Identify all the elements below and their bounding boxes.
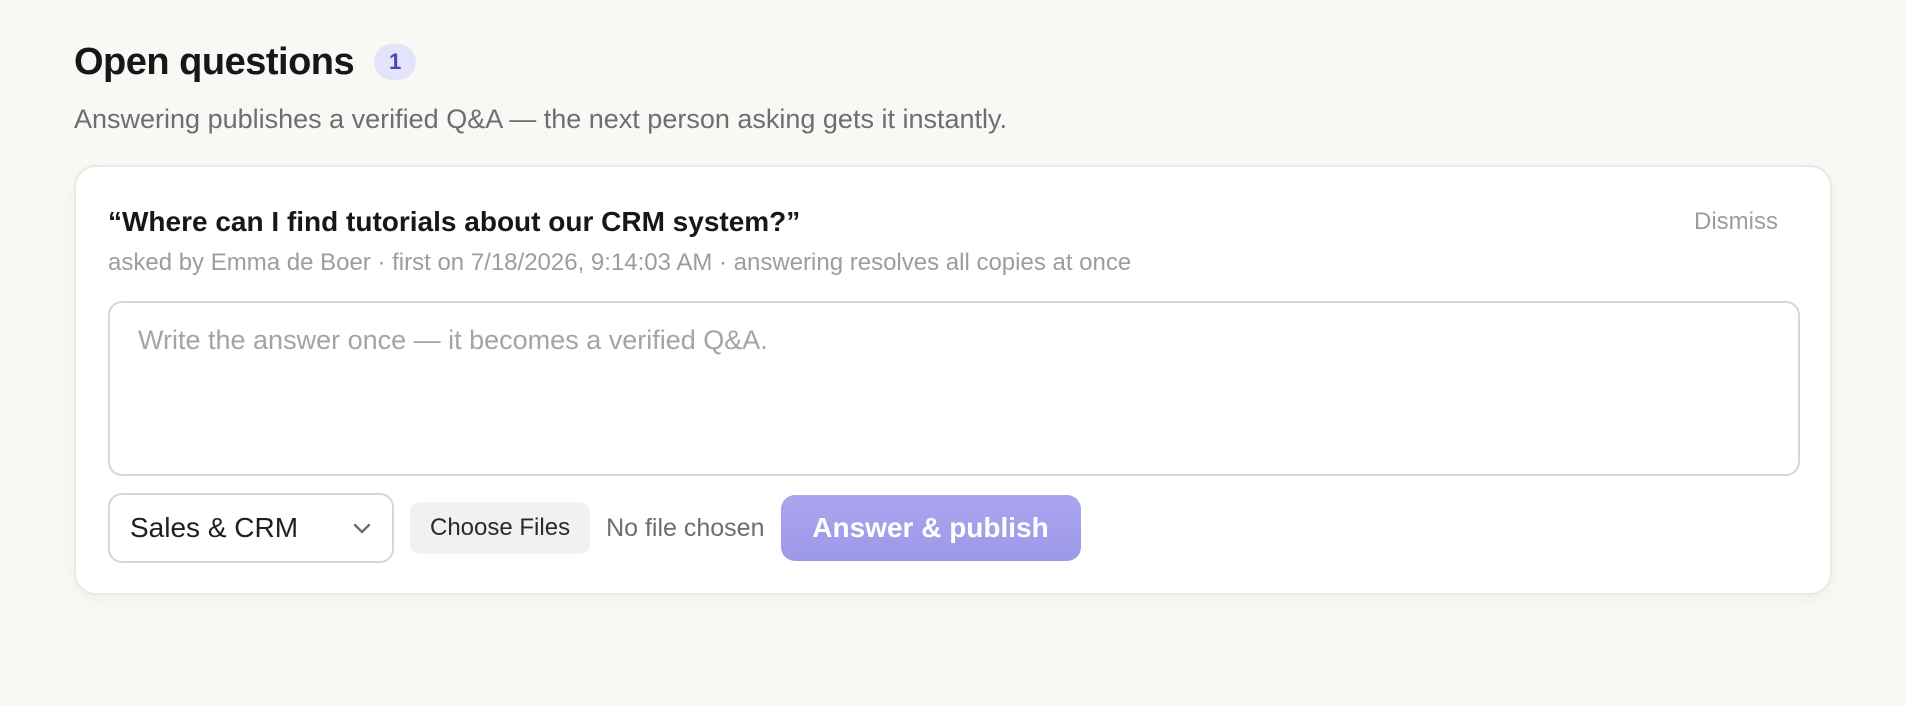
dismiss-button[interactable]: Dismiss [1694, 208, 1778, 236]
question-row: “Where can I find tutorials about our CR… [108, 205, 1798, 239]
category-select[interactable]: Sales & CRM [108, 493, 394, 563]
answer-input[interactable] [108, 301, 1800, 476]
question-text: “Where can I find tutorials about our CR… [108, 206, 801, 237]
no-file-chosen-text: No file chosen [606, 513, 765, 542]
question-count-badge: 1 [374, 44, 417, 80]
header-row: Open questions 1 [74, 38, 1832, 86]
category-select-value: Sales & CRM [130, 512, 299, 543]
page-subtitle: Answering publishes a verified Q&A — the… [74, 104, 1007, 134]
chevron-down-icon [353, 523, 371, 534]
choose-files-button[interactable]: Choose Files [410, 502, 591, 554]
question-meta: asked by Emma de Boer · first on 7/18/20… [108, 249, 1132, 276]
open-questions-page: Open questions 1 Answering publishes a v… [0, 0, 1906, 705]
answer-controls: Sales & CRM Choose Files No file chosen … [108, 493, 1798, 563]
answer-publish-button[interactable]: Answer & publish [780, 495, 1081, 561]
question-card: “Where can I find tutorials about our CR… [74, 165, 1832, 595]
page-title: Open questions [74, 40, 355, 83]
